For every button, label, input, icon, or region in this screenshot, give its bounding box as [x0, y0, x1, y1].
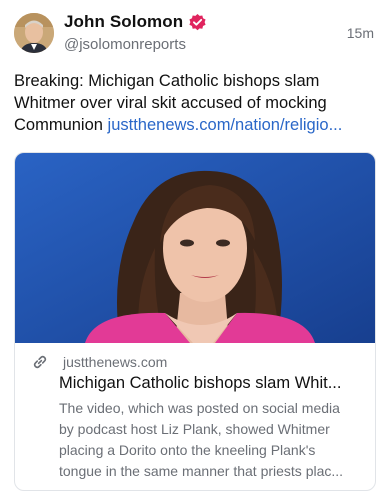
author-name[interactable]: John Solomon: [64, 12, 183, 32]
verified-badge-icon: [189, 13, 206, 30]
link-icon: [33, 355, 47, 369]
link-preview-image[interactable]: [15, 153, 375, 343]
author-handle[interactable]: @jsolomonreports: [64, 36, 186, 53]
post-link[interactable]: justthenews.com/nation/religio...: [108, 116, 343, 134]
link-preview-body: justthenews.com Michigan Catholic bishop…: [15, 343, 375, 490]
link-domain: justthenews.com: [63, 354, 168, 370]
news-photo: [15, 153, 375, 343]
link-preview-card[interactable]: justthenews.com Michigan Catholic bishop…: [14, 152, 376, 491]
post-timestamp[interactable]: 15m: [347, 25, 374, 41]
link-description-line: tongue in the same manner that priests p…: [59, 463, 344, 479]
link-description-line: The video, which was posted on social me…: [59, 400, 340, 416]
avatar-photo: [14, 13, 54, 53]
link-description: The video, which was posted on social me…: [59, 398, 363, 482]
post-text: Breaking: Michigan Catholic bishops slam…: [14, 70, 376, 136]
link-domain-row: justthenews.com: [31, 353, 167, 371]
link-title[interactable]: Michigan Catholic bishops slam Whit...: [59, 374, 359, 393]
author-avatar[interactable]: [14, 13, 54, 53]
author-name-row: John Solomon: [64, 10, 207, 34]
post[interactable]: John Solomon @jsolomonreports 15m Breaki…: [0, 0, 390, 500]
link-description-line: placing a Dorito onto the kneeling Plank…: [59, 442, 316, 458]
link-description-line: by podcast host Liz Plank, showed Whitme…: [59, 421, 330, 437]
